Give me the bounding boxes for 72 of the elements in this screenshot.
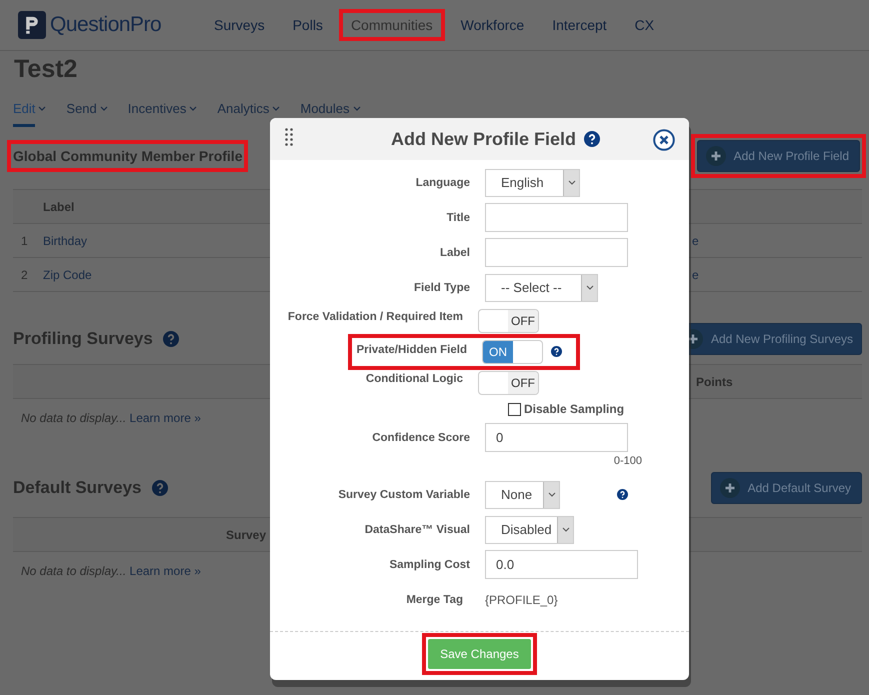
field-label: DataShare™ Visual <box>364 524 471 536</box>
section-title: Default Surveys <box>13 478 142 498</box>
dropdown[interactable]: None <box>485 480 560 508</box>
menu-tab[interactable]: Analytics <box>217 101 270 124</box>
row-number: 1 <box>20 234 29 248</box>
nav-tab[interactable]: Workforce <box>452 13 532 37</box>
field-label: Force Validation / Required Item <box>286 310 464 322</box>
nav-tab[interactable]: Intercept <box>544 13 615 37</box>
column-header: Points <box>695 374 734 388</box>
caret-icon[interactable] <box>38 106 46 111</box>
learn-more-link[interactable]: Learn more » <box>130 564 201 578</box>
nav-tab[interactable]: CX <box>626 13 662 37</box>
table-cell-text: e <box>691 234 700 248</box>
toggle-switch[interactable]: ON <box>482 340 543 364</box>
field-label: Language <box>414 176 471 188</box>
brand-name: QuestionPro <box>50 13 162 37</box>
caret-icon[interactable] <box>100 106 108 111</box>
dropdown[interactable]: English <box>485 168 580 196</box>
empty-message: No data to display... <box>21 411 126 425</box>
close-icon[interactable] <box>653 129 675 151</box>
plus-icon <box>706 146 726 166</box>
field-label: Title <box>446 212 471 224</box>
learn-more-link[interactable]: Learn more » <box>130 411 201 425</box>
column-header: Label <box>43 200 76 214</box>
caret-icon[interactable] <box>568 180 576 185</box>
input-field[interactable] <box>485 238 628 267</box>
menu-tab[interactable]: Send <box>66 101 97 124</box>
caret-icon[interactable] <box>352 106 360 111</box>
toggle-switch[interactable]: OFF <box>478 308 539 332</box>
nav-tab[interactable]: Surveys <box>206 13 273 37</box>
section-title: Global Community Member Profile <box>7 140 248 172</box>
empty-message: No data to display... <box>21 564 126 578</box>
page-title: Test2 <box>14 55 78 85</box>
caret-icon[interactable] <box>562 527 570 532</box>
dialog-title: Add New Profile Field <box>391 128 576 150</box>
input-field[interactable]: 0 <box>485 423 628 452</box>
field-label: Conditional Logic <box>364 372 464 384</box>
row-number: 2 <box>20 268 29 282</box>
toggle-switch[interactable]: OFF <box>478 370 539 394</box>
logo-icon <box>18 11 46 39</box>
table-cell-text: e <box>691 268 700 282</box>
field-label: Survey Custom Variable <box>337 488 471 500</box>
help-icon[interactable] <box>584 131 600 147</box>
caret-icon[interactable] <box>586 285 594 290</box>
save-button[interactable]: Save Changes <box>428 639 531 669</box>
field-label: Label <box>438 246 471 258</box>
field-label: Field Type <box>412 282 471 294</box>
range-hint: 0-100 <box>614 455 642 467</box>
field-label: Private/Hidden Field <box>355 342 468 356</box>
column-header: Survey <box>225 528 266 542</box>
plus-icon <box>720 478 740 498</box>
help-icon[interactable] <box>617 489 628 500</box>
input-field[interactable] <box>485 203 628 232</box>
dropdown[interactable]: Disabled <box>485 516 574 544</box>
checkbox-option[interactable]: Disable Sampling <box>508 402 624 416</box>
field-label: Confidence Score <box>371 432 471 444</box>
add-button[interactable]: Add Default Survey <box>710 472 862 504</box>
field-label: Merge Tag <box>405 594 464 606</box>
menu-tab[interactable]: Edit <box>13 101 36 127</box>
dropdown[interactable]: -- Select -- <box>485 274 598 302</box>
caret-icon[interactable] <box>548 492 556 497</box>
input-field[interactable]: 0.0 <box>485 550 638 579</box>
help-icon[interactable] <box>551 346 562 357</box>
add-button[interactable]: Add New Profile Field <box>696 140 860 172</box>
nav-tab[interactable]: Polls <box>284 13 331 37</box>
caret-icon[interactable] <box>189 106 198 111</box>
merge-tag: {PROFILE_0} <box>485 592 558 606</box>
menu-tab[interactable]: Incentives <box>128 101 186 124</box>
drag-handle-icon[interactable] <box>285 128 293 146</box>
section-title: Profiling Surveys <box>13 329 153 349</box>
caret-icon[interactable] <box>272 106 280 111</box>
field-label: Sampling Cost <box>388 558 471 570</box>
